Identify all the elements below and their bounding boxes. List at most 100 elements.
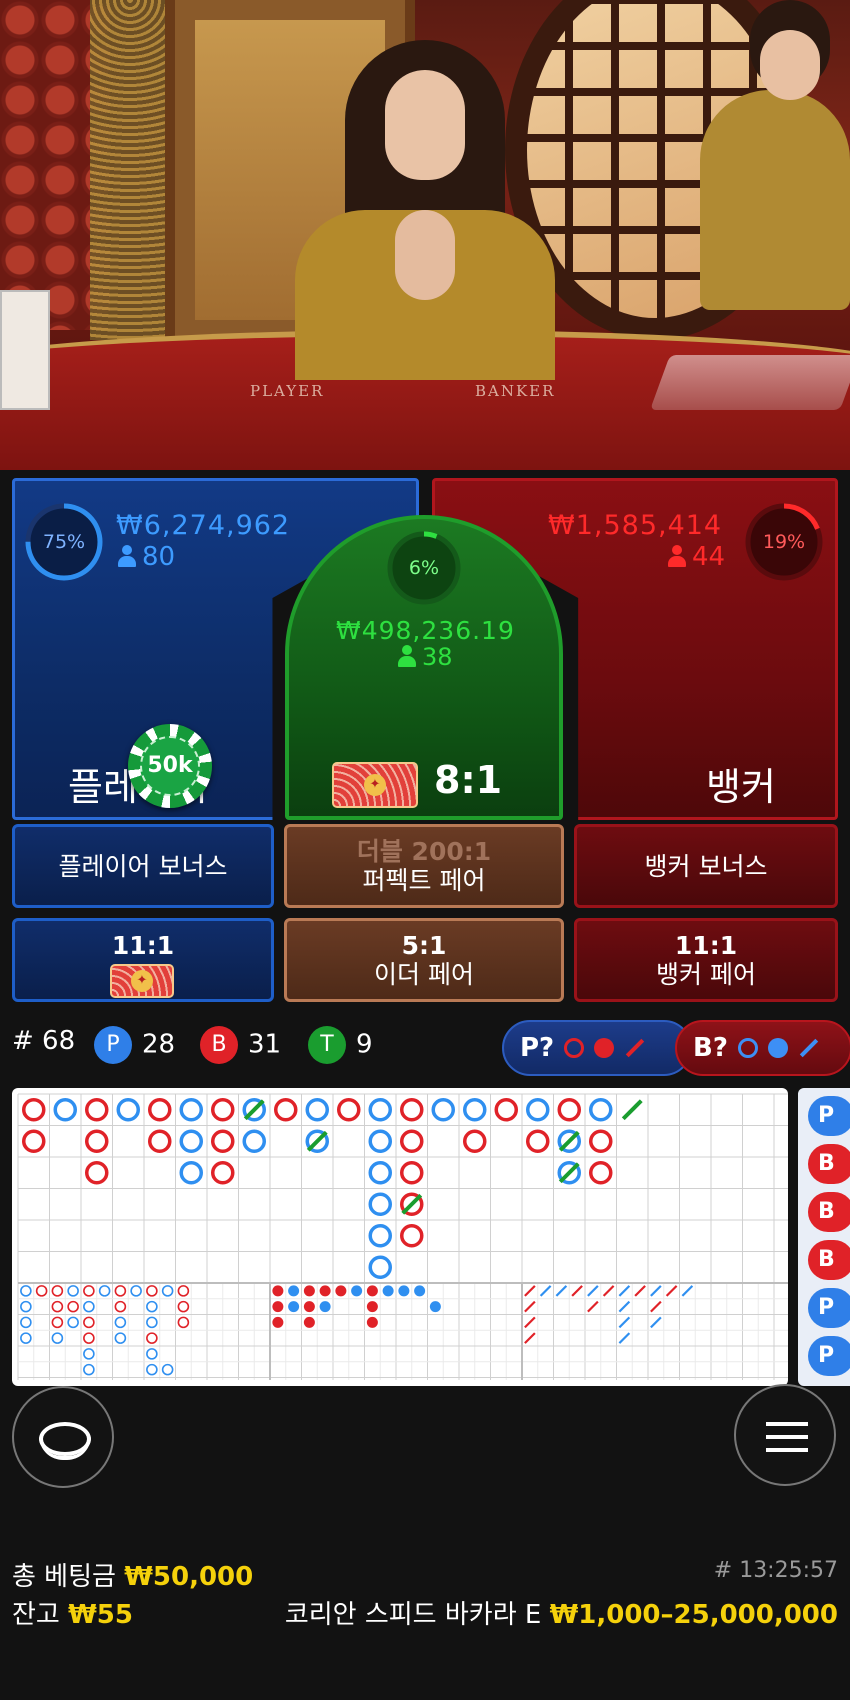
menu-button[interactable] bbox=[734, 1384, 836, 1486]
hamburger-menu-icon bbox=[766, 1422, 808, 1452]
derived-road-mark bbox=[161, 1363, 174, 1376]
perfect-pair-odds: 더블 200:1 bbox=[356, 837, 492, 866]
big-road-mark bbox=[463, 1098, 487, 1122]
derived-road-mark bbox=[83, 1363, 95, 1376]
player-bonus-bet[interactable]: 플레이어 보너스 bbox=[12, 824, 274, 908]
derived-road-mark bbox=[618, 1316, 631, 1329]
player-bonus-label: 플레이어 보너스 bbox=[58, 851, 228, 881]
derived-road-mark bbox=[146, 1316, 158, 1329]
big-road-mark bbox=[211, 1161, 235, 1185]
derived-road-mark bbox=[650, 1300, 662, 1313]
banker-bonus-label: 뱅커 보너스 bbox=[644, 851, 768, 881]
derived-road-mark bbox=[382, 1285, 394, 1297]
perfect-pair-bet[interactable]: 더블 200:1 퍼펙트 페어 bbox=[284, 824, 564, 908]
derived-road-mark bbox=[114, 1332, 127, 1344]
big-road-mark bbox=[368, 1255, 392, 1279]
derived-road-mark bbox=[146, 1332, 158, 1344]
banker-pair-bet[interactable]: 11:1 뱅커 페어 bbox=[574, 918, 838, 1002]
big-road-mark bbox=[179, 1098, 203, 1122]
derived-road-mark bbox=[83, 1300, 95, 1313]
big-road-mark bbox=[85, 1161, 109, 1185]
derived-road-mark bbox=[366, 1301, 378, 1313]
total-bet-label: 총 베팅금 bbox=[12, 1562, 116, 1592]
red-envelope-icon bbox=[332, 762, 418, 808]
bead-road-panel[interactable]: PBBBPP bbox=[798, 1088, 850, 1386]
big-road-mark bbox=[305, 1098, 329, 1122]
bead-road-item: B bbox=[808, 1240, 850, 1280]
derived-road-mark bbox=[650, 1316, 662, 1329]
big-road-mark bbox=[400, 1224, 424, 1248]
person-icon bbox=[398, 645, 416, 667]
big-road-mark bbox=[337, 1098, 361, 1122]
derived-road-mark bbox=[335, 1285, 347, 1297]
balance-label: 잔고 bbox=[12, 1600, 60, 1630]
derived-road-mark bbox=[20, 1285, 32, 1297]
derived-road-mark bbox=[272, 1316, 284, 1328]
dealer bbox=[285, 40, 565, 380]
tie-stat: T9 bbox=[308, 1026, 373, 1064]
big-road-mark bbox=[116, 1098, 140, 1122]
big-road-mark bbox=[85, 1129, 109, 1153]
derived-road-mark bbox=[587, 1285, 599, 1297]
big-road-mark bbox=[179, 1129, 203, 1153]
scoreboard-roadmap[interactable] bbox=[12, 1088, 788, 1386]
derived-road-mark bbox=[351, 1285, 363, 1297]
bet-limits: ₩1,000–25,000,000 bbox=[549, 1600, 838, 1630]
derived-road-mark bbox=[114, 1316, 127, 1329]
chip-50k[interactable]: 50k bbox=[128, 724, 212, 808]
big-road-mark bbox=[400, 1098, 424, 1122]
person-icon bbox=[118, 545, 136, 567]
bead-road-item: P bbox=[808, 1288, 850, 1328]
big-road-mark bbox=[179, 1161, 203, 1185]
derived-road-mark bbox=[20, 1316, 32, 1329]
big-road-mark bbox=[589, 1161, 613, 1185]
big-road-mark bbox=[368, 1098, 392, 1122]
derived-road-mark bbox=[681, 1285, 694, 1297]
player-wins: 28 bbox=[142, 1029, 176, 1060]
either-pair-bet[interactable]: 5:1 이더 페어 bbox=[284, 918, 564, 1002]
derived-road-mark bbox=[51, 1285, 64, 1297]
bead-road-item: B bbox=[808, 1192, 850, 1232]
table-player-label: PLAYER bbox=[250, 382, 325, 400]
either-pair-label: 이더 페어 bbox=[374, 960, 474, 989]
big-road-mark bbox=[148, 1129, 172, 1153]
derived-road-mark bbox=[618, 1285, 631, 1297]
derived-road-mark bbox=[177, 1316, 190, 1329]
tie-percent: 6% bbox=[408, 557, 440, 579]
balance: 잔고 ₩55 bbox=[12, 1594, 133, 1631]
big-road-mark bbox=[148, 1098, 172, 1122]
banker-percent-ring: 19% bbox=[744, 502, 824, 582]
banker-wins-stat: B 31 bbox=[200, 1026, 281, 1064]
big-road-mark bbox=[53, 1098, 77, 1122]
derived-road-mark bbox=[650, 1285, 662, 1297]
big-road-mark bbox=[368, 1161, 392, 1185]
card-discard-box bbox=[0, 290, 50, 410]
derived-road-mark bbox=[303, 1316, 315, 1328]
red-ring-icon bbox=[564, 1038, 585, 1058]
table-info[interactable]: 코리안 스피드 바카라 E ₩1,000–25,000,000 bbox=[285, 1594, 838, 1631]
tie-badge: T bbox=[308, 1026, 346, 1064]
bead-road-item: P bbox=[808, 1336, 850, 1376]
derived-road-mark bbox=[571, 1285, 583, 1297]
banker-bonus-bet[interactable]: 뱅커 보너스 bbox=[574, 824, 838, 908]
big-road-mark bbox=[242, 1129, 266, 1153]
banker-percent: 19% bbox=[762, 531, 806, 553]
derived-road-mark bbox=[524, 1316, 536, 1329]
live-video-stream: PLAYER BANKER bbox=[0, 0, 850, 470]
player-ask-button[interactable]: P? bbox=[502, 1020, 692, 1076]
derived-road-mark bbox=[319, 1285, 331, 1297]
derived-road-mark bbox=[366, 1316, 378, 1328]
banker-label: 뱅커 bbox=[706, 765, 776, 809]
chips-button[interactable] bbox=[12, 1386, 114, 1488]
table-name: 코리안 스피드 바카라 E bbox=[284, 1600, 542, 1630]
player-wins-stat: P 28 bbox=[94, 1026, 175, 1064]
banker-ask-button[interactable]: B? bbox=[675, 1020, 850, 1076]
derived-road-mark bbox=[114, 1285, 127, 1297]
derived-road-mark bbox=[20, 1332, 32, 1344]
big-road-mark bbox=[85, 1098, 109, 1122]
derived-road-mark bbox=[303, 1301, 315, 1313]
big-road-mark bbox=[400, 1161, 424, 1185]
derived-road-mark bbox=[161, 1285, 174, 1297]
table-banker-label: BANKER bbox=[475, 382, 556, 400]
derived-road-mark bbox=[319, 1301, 331, 1313]
